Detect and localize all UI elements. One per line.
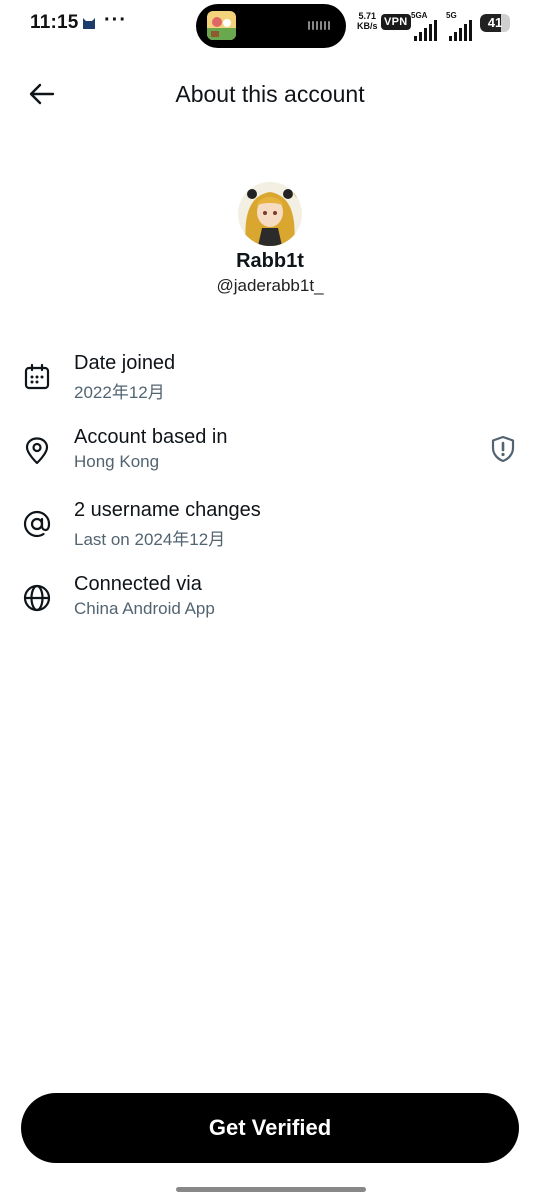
sim2-network-label: 5G (446, 11, 457, 20)
status-time: 11:15 (30, 12, 79, 33)
vpn-badge: VPN (381, 14, 411, 30)
network-speed: 5.71 KB/s (357, 11, 378, 31)
network-speed-value: 5.71 (358, 11, 377, 21)
dynamic-island[interactable] (196, 4, 346, 48)
shield-alert-icon[interactable] (488, 434, 518, 464)
page-title: About this account (175, 81, 365, 107)
home-indicator[interactable] (176, 1187, 366, 1192)
battery-level: 41 (487, 15, 503, 30)
signal-bars-icon (449, 20, 472, 41)
more-notifications-icon: ··· (104, 9, 127, 31)
row-account-based-in: Account based in Hong Kong (0, 426, 540, 486)
battery-icon: 41 (480, 14, 510, 32)
status-bar: 11:15 ··· 5.71 KB/s VPN 5GA 5G 41 (0, 0, 540, 48)
row-username-changes: 2 username changes Last on 2024年12月 (0, 499, 540, 559)
avatar[interactable] (238, 182, 302, 246)
row-subtitle: Hong Kong (74, 452, 160, 471)
row-connected-via: Connected via China Android App (0, 573, 540, 633)
at-sign-icon (23, 510, 51, 538)
row-title: Date joined (74, 352, 176, 374)
signal-bars-icon (414, 20, 437, 41)
sim1-network-label: 5GA (411, 11, 428, 20)
header: About this account (0, 70, 540, 120)
calendar-icon (24, 363, 50, 390)
row-subtitle: 2022年12月 (74, 383, 165, 402)
row-title: Connected via (74, 573, 202, 595)
row-date-joined: Date joined 2022年12月 (0, 352, 540, 412)
screen: 11:15 ··· 5.71 KB/s VPN 5GA 5G 41 About … (0, 0, 540, 1200)
location-pin-icon (25, 437, 49, 465)
row-title: 2 username changes (74, 499, 261, 521)
username-handle: @jaderabb1t_ (216, 276, 324, 295)
get-verified-button[interactable]: Get Verified (21, 1093, 519, 1163)
notification-cat-icon (82, 15, 96, 31)
media-thumbnail-icon (207, 11, 236, 40)
audio-waveform-icon (308, 21, 330, 30)
display-name: Rabb1t (236, 250, 304, 272)
network-speed-unit: KB/s (357, 21, 378, 31)
row-title: Account based in (74, 426, 228, 448)
globe-icon (23, 584, 51, 612)
row-subtitle: China Android App (74, 599, 215, 618)
row-subtitle: Last on 2024年12月 (74, 530, 226, 549)
